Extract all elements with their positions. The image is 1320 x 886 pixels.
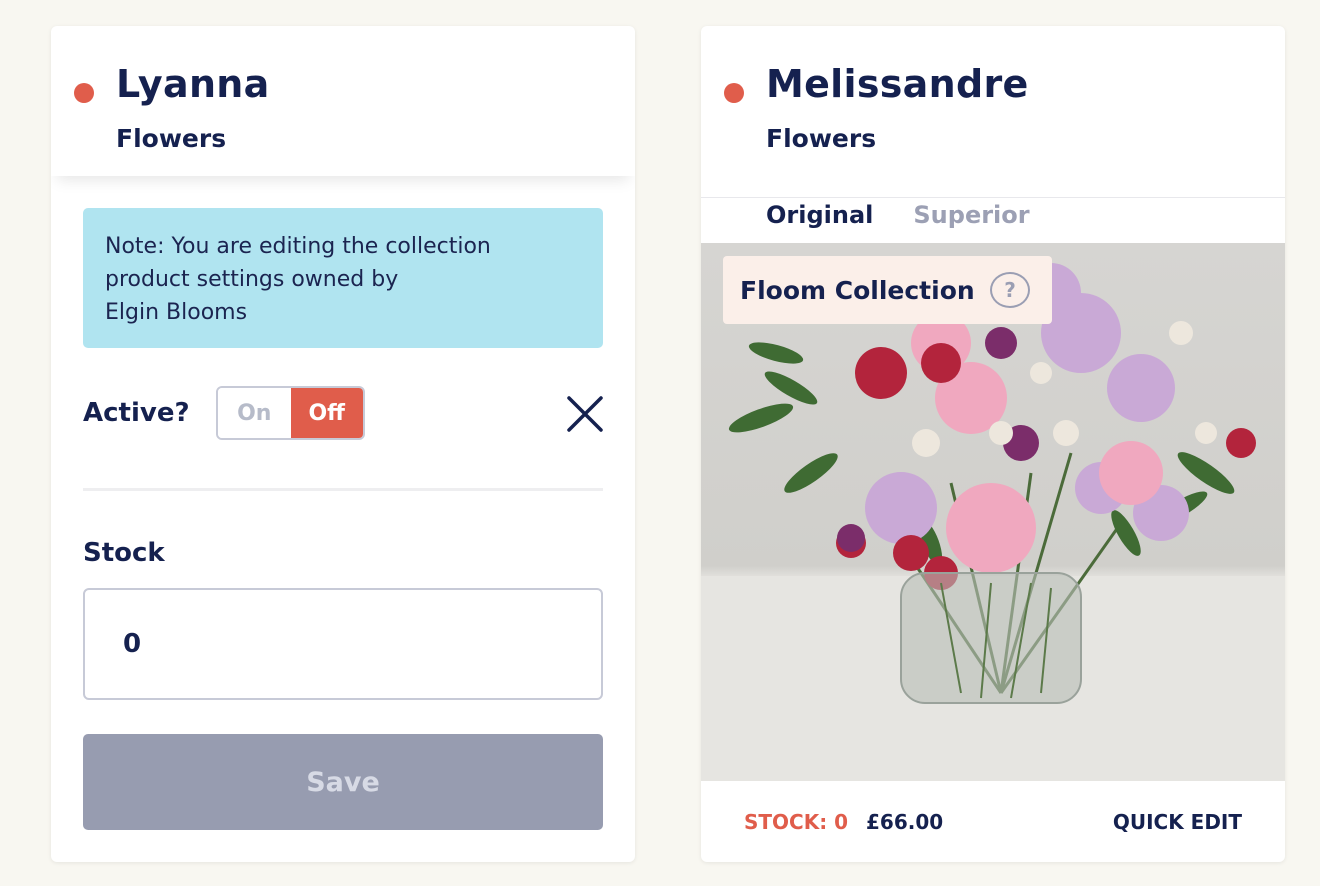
toggle-on-option[interactable]: On: [218, 388, 291, 438]
variant-tabs: Original Superior: [766, 198, 1030, 242]
quick-edit-button[interactable]: QUICK EDIT: [1113, 810, 1242, 834]
close-icon: [567, 396, 603, 432]
note-line: product settings owned by: [105, 267, 399, 292]
save-button[interactable]: Save: [83, 734, 603, 830]
price: £66.00: [866, 809, 944, 834]
product-title: Melissandre: [766, 62, 1029, 106]
toggle-off-option[interactable]: Off: [290, 388, 363, 438]
note-line: Note: You are editing the collection: [105, 234, 491, 259]
note-line: Elgin Blooms: [105, 300, 248, 325]
product-category: Flowers: [766, 124, 877, 153]
collection-badge: Floom Collection ?: [723, 256, 1052, 324]
tab-superior[interactable]: Superior: [913, 198, 1029, 242]
status-dot-icon: [74, 83, 94, 103]
status-dot-icon: [724, 83, 744, 103]
product-title: Lyanna: [116, 62, 270, 106]
active-label: Active?: [83, 398, 190, 428]
stock-input[interactable]: [83, 588, 603, 700]
divider: [83, 488, 603, 491]
stock-status: STOCK: 0: [744, 809, 849, 834]
tab-original[interactable]: Original: [766, 198, 873, 242]
stock-label: Stock: [83, 538, 165, 568]
collection-badge-label: Floom Collection: [740, 275, 975, 305]
edit-panel: Note: You are editing the collection pro…: [51, 176, 635, 862]
card-header: Melissandre Flowers: [701, 26, 1285, 198]
close-button[interactable]: [565, 394, 605, 434]
card-header: Lyanna Flowers: [51, 26, 635, 176]
active-toggle[interactable]: On Off: [216, 386, 365, 440]
product-category: Flowers: [116, 124, 227, 153]
card-footer: STOCK: 0 £66.00 QUICK EDIT: [701, 781, 1285, 862]
product-card-lyanna: Lyanna Flowers Note: You are editing the…: [51, 26, 635, 862]
product-card-melissandre: Melissandre Flowers Original Superior Fl…: [701, 26, 1285, 862]
ownership-note: Note: You are editing the collection pro…: [83, 208, 603, 348]
help-icon[interactable]: ?: [990, 272, 1030, 308]
